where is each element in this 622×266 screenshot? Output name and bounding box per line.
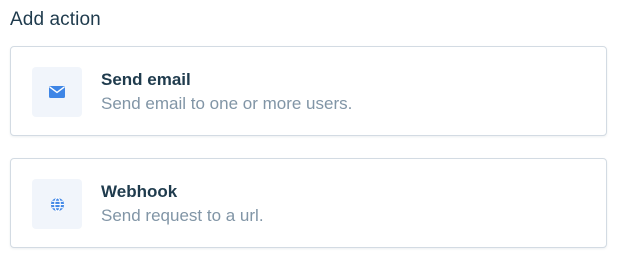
globe-icon [32,179,82,229]
envelope-icon [32,67,82,117]
page-title: Add action [10,9,101,30]
action-text: Webhook Send request to a url. [101,180,264,228]
action-card-send-email[interactable]: Send email Send email to one or more use… [10,46,607,136]
action-description: Send email to one or more users. [101,94,353,113]
action-card-webhook[interactable]: Webhook Send request to a url. [10,158,607,248]
action-title: Webhook [101,182,178,201]
action-text: Send email Send email to one or more use… [101,68,352,116]
action-title: Send email [101,70,191,89]
action-description: Send request to a url. [101,206,264,225]
